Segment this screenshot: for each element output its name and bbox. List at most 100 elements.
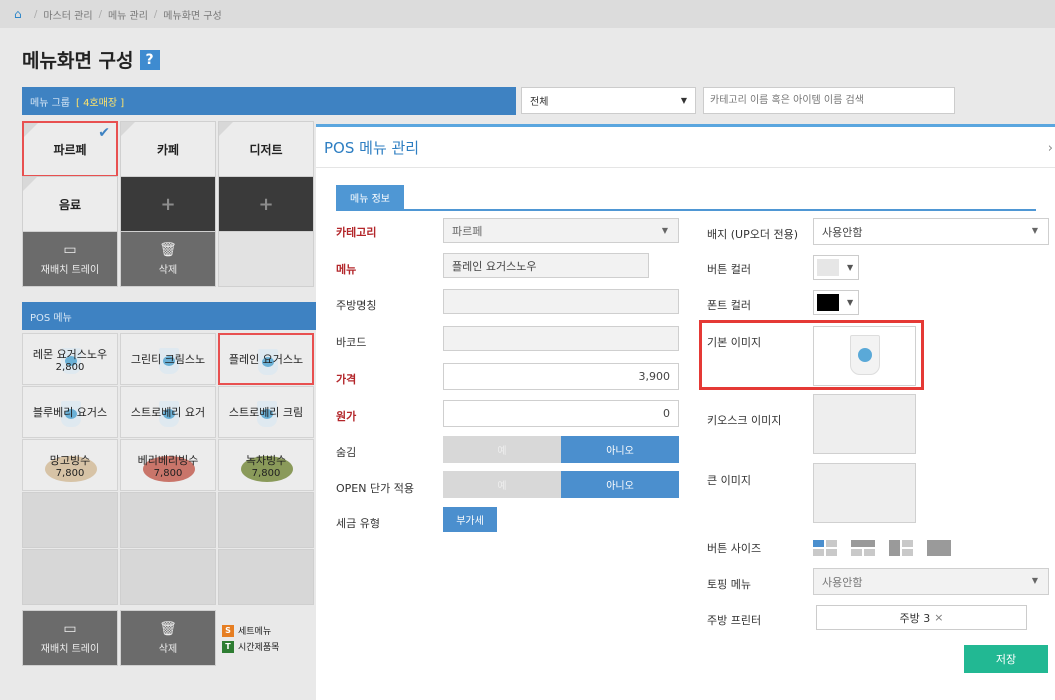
group-tray-button[interactable]: ▭ 재배치 트레이 xyxy=(22,231,118,287)
tab-menu-info[interactable]: 메뉴 정보 xyxy=(336,185,404,209)
size-option-tall[interactable] xyxy=(889,540,913,556)
tray-label: 재배치 트레이 xyxy=(40,644,100,655)
breadcrumb-separator: / xyxy=(98,8,102,20)
kiosk-image-box[interactable] xyxy=(813,394,916,454)
group-cell-label: 음료 xyxy=(58,197,82,212)
tray-icon: ▭ xyxy=(63,621,77,637)
menu-item-price: 7,800 xyxy=(55,467,85,479)
topping-value: 사용안함 xyxy=(822,575,863,589)
menu-group-title: 메뉴 그룹 xyxy=(30,97,70,109)
breadcrumb-item-master[interactable]: 마스터 관리 xyxy=(43,7,92,22)
empty-slot xyxy=(218,231,314,287)
font-color-label: 폰트 컬러 xyxy=(707,299,751,312)
menu-name-input[interactable]: 플레인 요거스노우 xyxy=(443,253,649,278)
close-icon[interactable]: › xyxy=(1048,141,1053,156)
menu-item[interactable]: 블루베리 요거스 xyxy=(22,386,118,438)
breadcrumb-item-menu[interactable]: 메뉴 관리 xyxy=(108,7,148,22)
menu-item[interactable]: 그린티 크림스노 xyxy=(120,333,216,385)
pos-menu-title: POS 메뉴 xyxy=(30,312,72,324)
chevron-down-icon: ▼ xyxy=(680,96,687,105)
button-color-picker[interactable]: ▼ xyxy=(813,255,859,280)
legend-label: 시간제품목 xyxy=(238,643,280,653)
group-cell-label: 파르페 xyxy=(53,142,87,157)
group-cell-dessert[interactable]: 디저트 xyxy=(218,121,314,177)
page-title-text: 메뉴화면 구성 xyxy=(22,50,134,72)
open-price-label: OPEN 단가 적용 xyxy=(336,482,414,495)
store-label: [ 4호매장 ] xyxy=(75,97,125,109)
menu-item[interactable]: 녹차빙수 7,800 xyxy=(218,439,314,491)
large-image-box[interactable] xyxy=(813,463,916,523)
kitchen-printer-field[interactable]: 주방 3 × xyxy=(816,605,1027,630)
divider xyxy=(316,167,1055,168)
color-swatch xyxy=(817,259,839,276)
category-select[interactable]: 파르페 ▼ xyxy=(443,218,679,243)
toggle-yes[interactable]: 예 xyxy=(443,471,561,498)
font-color-picker[interactable]: ▼ xyxy=(813,290,859,315)
breadcrumb: ⌂ / 마스터 관리 / 메뉴 관리 / 메뉴화면 구성 xyxy=(0,0,1055,28)
menu-delete-button[interactable]: 🗑 삭제 xyxy=(120,610,216,666)
menu-item-selected[interactable]: 플레인 요거스노 xyxy=(218,333,314,385)
legend-label: 세트메뉴 xyxy=(238,627,272,637)
menu-item[interactable]: 베리베리빙수 7,800 xyxy=(120,439,216,491)
close-icon[interactable]: × xyxy=(934,611,943,624)
empty-slot xyxy=(120,492,216,548)
image-highlight-box xyxy=(699,320,924,390)
menu-item-name: 레몬 요거스노우 xyxy=(32,347,108,361)
menu-item[interactable]: 레몬 요거스노우 2,800 xyxy=(22,333,118,385)
tax-type-button[interactable]: 부가세 xyxy=(443,507,497,532)
add-icon: + xyxy=(258,193,274,215)
button-size-options xyxy=(813,540,951,556)
menu-item-name: 블루베리 요거스 xyxy=(32,406,108,419)
toggle-no[interactable]: 아니오 xyxy=(561,471,679,498)
save-button[interactable]: 저장 xyxy=(964,645,1048,673)
add-group-button[interactable]: + xyxy=(218,176,314,232)
toggle-yes[interactable]: 예 xyxy=(443,436,561,463)
breadcrumb-separator: / xyxy=(153,8,158,20)
category-filter-select[interactable]: 전체 ▼ xyxy=(521,87,696,114)
chevron-down-icon: ▼ xyxy=(1031,226,1038,235)
group-cell-label: 디저트 xyxy=(249,142,283,157)
set-menu-badge: S xyxy=(222,624,234,637)
size-option-large[interactable] xyxy=(927,540,951,556)
tray-label: 재배치 트레이 xyxy=(40,265,100,276)
group-delete-button[interactable]: 🗑 삭제 xyxy=(120,231,216,287)
topping-label: 토핑 메뉴 xyxy=(707,578,751,591)
menu-tray-button[interactable]: ▭ 재배치 트레이 xyxy=(22,610,118,666)
empty-slot xyxy=(218,492,314,548)
pos-menu-header: POS 메뉴 xyxy=(22,302,316,330)
price-label: 가격 xyxy=(336,373,357,386)
corner-marker xyxy=(121,122,135,136)
topping-select[interactable]: 사용안함 ▼ xyxy=(813,568,1049,595)
menu-item[interactable]: 망고빙수 7,800 xyxy=(22,439,118,491)
group-cell-parfait[interactable]: ✔ 파르페 xyxy=(22,121,118,177)
tab-underline xyxy=(336,209,1036,211)
menu-item[interactable]: 스트로베리 크림 xyxy=(218,386,314,438)
search-input[interactable] xyxy=(703,87,955,114)
corner-marker xyxy=(24,123,38,137)
hidden-toggle[interactable]: 예 아니오 xyxy=(443,436,679,463)
menu-item[interactable]: 스트로베리 요거 xyxy=(120,386,216,438)
category-filter-value: 전체 xyxy=(530,97,549,108)
group-cell-drink[interactable]: 음료 xyxy=(22,176,118,232)
corner-marker xyxy=(23,177,37,191)
size-option-small[interactable] xyxy=(813,540,837,556)
toggle-no[interactable]: 아니오 xyxy=(561,436,679,463)
badge-select[interactable]: 사용안함 ▼ xyxy=(813,218,1049,245)
cost-input[interactable]: 0 xyxy=(443,400,679,427)
pos-menu-modal: POS 메뉴 관리 › 메뉴 정보 카테고리 파르페 ▼ 메뉴 플레인 요거스노… xyxy=(316,124,1055,700)
add-group-button[interactable]: + xyxy=(120,176,216,232)
menu-item-price: 7,800 xyxy=(251,467,281,479)
price-input[interactable]: 3,900 xyxy=(443,363,679,390)
size-option-wide[interactable] xyxy=(851,540,875,556)
kitchen-name-input[interactable] xyxy=(443,289,679,314)
category-label: 카테고리 xyxy=(336,226,377,239)
barcode-input[interactable] xyxy=(443,326,679,351)
empty-slot xyxy=(218,549,314,605)
button-size-label: 버튼 사이즈 xyxy=(707,542,762,555)
help-icon[interactable]: ? xyxy=(139,49,160,70)
home-icon[interactable]: ⌂ xyxy=(14,8,28,20)
breadcrumb-separator: / xyxy=(34,8,38,20)
open-price-toggle[interactable]: 예 아니오 xyxy=(443,471,679,498)
large-image-label: 큰 이미지 xyxy=(707,474,751,487)
group-cell-cafe[interactable]: 카페 xyxy=(120,121,216,177)
